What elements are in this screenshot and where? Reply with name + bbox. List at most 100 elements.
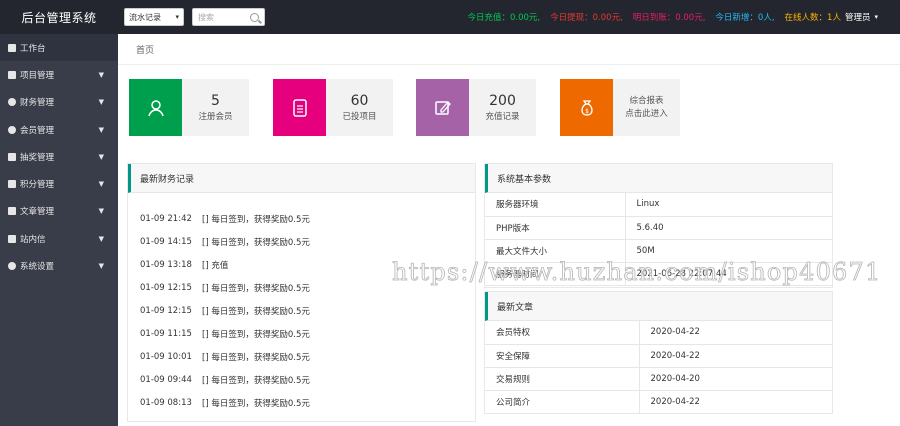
stat-today-withdraw: 今日提现：0.00元,: [550, 13, 623, 23]
list-item: 01-09 08:13 [] 每日签到，获得奖励0.5元: [128, 391, 475, 414]
record-type-select[interactable]: 流水记录 ▾: [124, 8, 184, 26]
chevron-down-icon[interactable]: ▾: [874, 13, 878, 21]
param-key: 服务器环境: [485, 193, 625, 217]
list-item: 01-09 12:15 [] 每日签到，获得奖励0.5元: [128, 276, 475, 299]
article-date: 2020-04-22: [638, 344, 832, 368]
main-content: 首页 5 注册会员 60 已投项目 200 充值记录 $ 综合报表 点击此进入 …: [118, 34, 900, 426]
sidebar-item-label: 会员管理: [20, 125, 55, 136]
sidebar-item-label: 站内信: [20, 234, 46, 245]
document-icon: [273, 79, 326, 136]
chevron-down-icon: ▼: [98, 262, 104, 271]
sidebar-item-settings[interactable]: 系统设置 ▼: [0, 252, 118, 279]
record-desc: [] 每日签到，获得奖励0.5元: [202, 283, 310, 294]
sidebar-item-label: 系统设置: [20, 262, 55, 273]
param-value: 5.6.40: [624, 216, 832, 240]
table-row[interactable]: 公司简介 2020-04-22: [485, 390, 832, 414]
list-item: 01-09 11:15 [] 每日签到，获得奖励0.5元: [128, 322, 475, 345]
sidebar-item-projects[interactable]: 项目管理 ▼: [0, 61, 118, 88]
user-icon: [129, 79, 182, 136]
record-desc: [] 每日签到，获得奖励0.5元: [202, 398, 310, 409]
card-report[interactable]: $ 综合报表 点击此进入: [560, 79, 680, 136]
system-params-table: 服务器环境 Linux PHP版本 5.6.40 最大文件大小 50M 服务器时间 20…: [485, 193, 832, 286]
list-item: 01-09 09:44 [] 每日签到，获得奖励0.5元: [128, 368, 475, 391]
card-value: 5: [211, 93, 220, 109]
param-key: 服务器时间: [485, 262, 625, 286]
gear-icon: [8, 262, 16, 271]
record-time: 01-09 09:44: [140, 374, 192, 385]
list-item: 01-09 12:15 [] 每日签到，获得奖励0.5元: [128, 299, 475, 322]
mail-icon: [8, 234, 16, 243]
list-item: 01-09 13:18 [] 充值: [128, 253, 475, 276]
articles-table: 会员特权 2020-04-22 安全保障 2020-04-22 交易规则 2020-0…: [485, 321, 832, 414]
stat-today-new: 今日新增：0人,: [715, 13, 775, 23]
record-desc: [] 充值: [202, 260, 229, 271]
article-date: 2020-04-22: [638, 390, 832, 414]
card-value: 60: [350, 93, 369, 109]
user-icon: [8, 125, 16, 134]
admin-menu[interactable]: 管理员: [845, 11, 871, 23]
record-time: 01-09 12:15: [140, 282, 192, 293]
article-name[interactable]: 安全保障: [485, 344, 639, 368]
breadcrumb-home[interactable]: 首页: [136, 43, 154, 56]
article-date: 2020-04-22: [638, 321, 832, 345]
breadcrumb: 首页: [118, 34, 900, 65]
search-icon[interactable]: [250, 12, 259, 22]
search-placeholder: 搜索: [198, 12, 214, 22]
chevron-down-icon: ▼: [98, 152, 104, 161]
record-desc: [] 每日签到，获得奖励0.5元: [202, 306, 310, 317]
article-date: 2020-04-20: [638, 367, 832, 391]
card-recharge[interactable]: 200 充值记录: [416, 79, 536, 136]
sidebar-item-label: 积分管理: [20, 180, 55, 191]
sidebar-item-label: 工作台: [20, 43, 46, 54]
record-desc: [] 每日签到，获得奖励0.5元: [202, 214, 310, 225]
article-name[interactable]: 公司简介: [485, 390, 639, 414]
record-time: 01-09 11:15: [140, 328, 192, 339]
top-bar: 后台管理系统 流水记录 ▾ 搜索 今日充值：0.00元, 今日提现：0.00元,…: [0, 0, 900, 34]
sidebar-item-label: 抽奖管理: [20, 152, 55, 163]
panel-title: 最新财务记录: [128, 164, 475, 193]
record-time: 01-09 08:13: [140, 397, 192, 408]
card-label-line2: 点击此进入: [625, 108, 668, 119]
sidebar-item-members[interactable]: 会员管理 ▼: [0, 116, 118, 143]
sidebar-item-articles[interactable]: 文章管理 ▼: [0, 198, 118, 225]
table-row[interactable]: 交易规则 2020-04-20: [485, 367, 832, 391]
card-projects[interactable]: 60 已投项目: [273, 79, 393, 136]
record-desc: [] 每日签到，获得奖励0.5元: [202, 375, 310, 386]
table-row[interactable]: 安全保障 2020-04-22: [485, 344, 832, 368]
finance-records-panel: 最新财务记录 01-09 21:42 [] 每日签到，获得奖励0.5元 01-09…: [127, 163, 476, 422]
money-icon: [8, 98, 16, 107]
sidebar-item-lottery[interactable]: 抽奖管理 ▼: [0, 143, 118, 170]
stat-today-recharge: 今日充值：0.00元,: [467, 13, 541, 23]
system-params-panel: 系统基本参数 服务器环境 Linux PHP版本 5.6.40 最大文件大小 50M …: [484, 163, 833, 288]
svg-text:$: $: [585, 108, 589, 115]
record-time: 01-09 14:15: [140, 236, 192, 247]
record-desc: [] 每日签到，获得奖励0.5元: [202, 237, 310, 248]
panel-title: 最新文章: [485, 292, 832, 321]
list-item: 01-09 21:42 [] 每日签到，获得奖励0.5元: [128, 207, 475, 230]
sidebar-item-dashboard[interactable]: 工作台: [0, 34, 118, 62]
card-value: 200: [489, 93, 516, 109]
card-label-line1: 综合报表: [629, 95, 664, 106]
record-desc: [] 每日签到，获得奖励0.5元: [202, 329, 310, 340]
money-bag-icon: $: [560, 79, 613, 136]
card-members[interactable]: 5 注册会员: [129, 79, 249, 136]
stats-bar: 今日充值：0.00元, 今日提现：0.00元, 明日到账：0.00元, 今日新增…: [458, 0, 879, 34]
article-name[interactable]: 交易规则: [485, 367, 639, 391]
record-time: 01-09 13:18: [140, 259, 192, 270]
search-input[interactable]: 搜索: [192, 8, 265, 26]
article-name[interactable]: 会员特权: [485, 321, 639, 345]
record-desc: [] 每日签到，获得奖励0.5元: [202, 352, 310, 363]
sidebar-item-points[interactable]: 积分管理 ▼: [0, 170, 118, 197]
sidebar-item-label: 财务管理: [20, 98, 55, 109]
param-value: Linux: [624, 193, 832, 217]
sidebar-item-messages[interactable]: 站内信 ▼: [0, 225, 118, 252]
chevron-down-icon: ▼: [98, 98, 104, 107]
card-label: 已投项目: [342, 112, 377, 122]
chevron-down-icon: ▼: [98, 207, 104, 216]
table-row: 服务器环境 Linux: [485, 193, 832, 217]
stat-online: 在线人数：1人: [784, 13, 841, 23]
list-item: 01-09 14:15 [] 每日签到，获得奖励0.5元: [128, 230, 475, 253]
sidebar-item-finance[interactable]: 财务管理 ▼: [0, 89, 118, 116]
table-row[interactable]: 会员特权 2020-04-22: [485, 321, 832, 345]
edit-icon: [416, 79, 469, 136]
